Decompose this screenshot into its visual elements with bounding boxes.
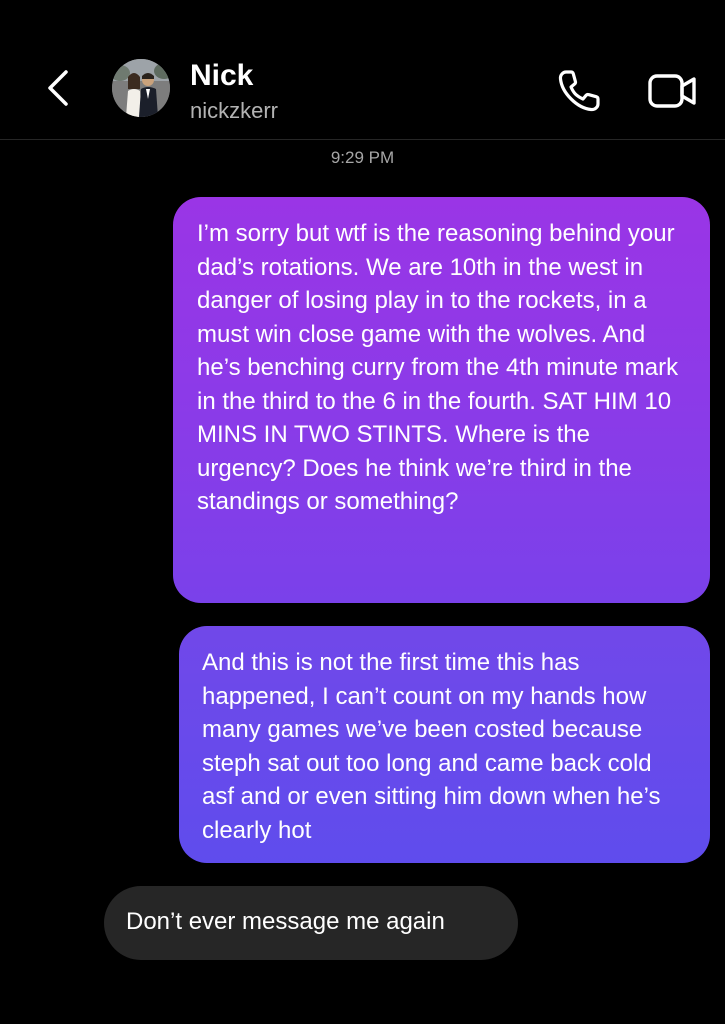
contact-name[interactable]: Nick: [190, 58, 253, 94]
sent-message-bubble[interactable]: I’m sorry but wtf is the reasoning behin…: [173, 197, 710, 603]
sent-message-bubble[interactable]: And this is not the first time this has …: [179, 626, 710, 863]
message-timestamp: 9:29 PM: [330, 148, 395, 167]
video-call-button[interactable]: [644, 66, 700, 116]
audio-call-button[interactable]: [554, 66, 604, 116]
avatar[interactable]: [112, 59, 170, 117]
chevron-left-icon: [48, 70, 68, 106]
contact-username[interactable]: nickzkerr: [190, 97, 278, 125]
phone-icon: [558, 70, 600, 112]
received-message-bubble[interactable]: Don’t ever message me again: [104, 886, 518, 960]
back-button[interactable]: [40, 66, 80, 114]
chat-header: Nick nickzkerr: [0, 0, 725, 140]
video-camera-icon: [648, 74, 696, 108]
